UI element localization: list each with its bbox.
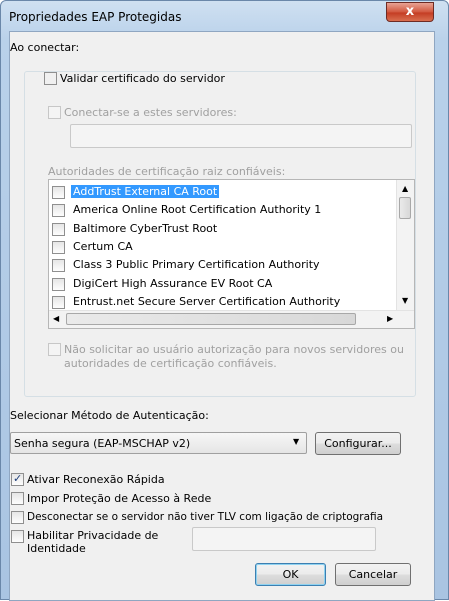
ca-item-label: DigiCert High Assurance EV Root CA xyxy=(73,276,273,290)
ca-item-checkbox[interactable] xyxy=(52,240,65,254)
ca-horizontal-scrollbar[interactable]: ◀ ▶ xyxy=(49,310,414,328)
ca-item-label: Class 3 Public Primary Certification Aut… xyxy=(73,258,320,272)
auth-method-select[interactable]: Senha segura (EAP-MSCHAP v2) ▼ xyxy=(10,432,307,454)
auth-method-value: Senha segura (EAP-MSCHAP v2) xyxy=(14,437,191,450)
connect-servers-label: Conectar-se a estes servidores: xyxy=(64,106,237,119)
close-button[interactable]: x xyxy=(386,2,434,22)
privacy-label-line1: Habilitar Privacidade de xyxy=(27,529,159,542)
no-prompt-label-line1: Não solicitar ao usuário autorização par… xyxy=(64,343,404,356)
fast-reconnect-checkbox[interactable] xyxy=(11,472,24,486)
ca-item-checkbox[interactable] xyxy=(52,222,65,236)
privacy-label-line2: Identidade xyxy=(27,542,86,555)
ca-item-label: Baltimore CyberTrust Root xyxy=(73,221,218,235)
scroll-down-icon[interactable]: ▼ xyxy=(402,296,408,305)
ok-button[interactable]: OK xyxy=(255,563,326,586)
ca-item-checkbox[interactable] xyxy=(52,204,65,218)
ca-item-label: Entrust.net Secure Server Certification … xyxy=(73,294,341,308)
horizontal-scroll-thumb[interactable] xyxy=(66,313,356,325)
fast-reconnect-label: Ativar Reconexão Rápida xyxy=(27,473,165,486)
ca-list-item[interactable]: Baltimore CyberTrust Root xyxy=(49,220,397,239)
scroll-left-icon[interactable]: ◀ xyxy=(53,314,59,323)
dialog-client-area: Ao conectar: Validar certificado do serv… xyxy=(9,31,435,601)
ca-item-label: Certum CA xyxy=(73,239,133,253)
ca-item-checkbox[interactable] xyxy=(52,295,65,309)
connect-servers-checkbox[interactable] xyxy=(48,106,61,119)
ca-item-checkbox[interactable] xyxy=(52,277,65,291)
ca-list-item[interactable]: Certum CA xyxy=(49,238,397,257)
ca-item-label: AddTrust External CA Root xyxy=(71,185,220,198)
validate-cert-checkbox[interactable] xyxy=(44,72,57,85)
ca-list-item[interactable]: Entrust.net Secure Server Certification … xyxy=(49,293,397,312)
close-icon: x xyxy=(405,4,415,19)
scroll-up-icon[interactable]: ▲ xyxy=(402,184,408,193)
disconnect-tlv-label: Desconectar se o servidor não tiver TLV … xyxy=(27,511,384,523)
vertical-scroll-thumb[interactable] xyxy=(399,197,411,219)
no-prompt-label-line2: autoridades de certificação confiáveis. xyxy=(64,357,277,370)
auth-method-heading: Selecionar Método de Autenticação: xyxy=(10,409,209,422)
privacy-identity-input[interactable] xyxy=(192,527,376,551)
window-title: Propriedades EAP Protegidas xyxy=(9,10,182,24)
ca-heading: Autoridades de certificação raiz confiáv… xyxy=(48,165,286,178)
cancel-button[interactable]: Cancelar xyxy=(335,563,411,586)
nap-checkbox[interactable] xyxy=(11,492,24,505)
ca-vertical-scrollbar[interactable]: ▲ ▼ xyxy=(396,180,414,311)
no-prompt-checkbox[interactable] xyxy=(48,343,61,356)
connect-heading: Ao conectar: xyxy=(10,41,80,54)
ca-list-item[interactable]: AddTrust External CA Root xyxy=(49,183,397,202)
scroll-right-icon[interactable]: ▶ xyxy=(387,314,393,323)
nap-label: Impor Proteção de Acesso à Rede xyxy=(27,492,212,505)
configure-button[interactable]: Configurar... xyxy=(315,432,401,455)
servers-input[interactable] xyxy=(70,124,412,148)
ca-list-item[interactable]: DigiCert High Assurance EV Root CA xyxy=(49,275,397,294)
ca-listbox[interactable]: AddTrust External CA Root America Online … xyxy=(48,179,415,329)
chevron-down-icon: ▼ xyxy=(293,437,300,446)
ca-item-checkbox[interactable] xyxy=(52,186,65,199)
validate-cert-label: Validar certificado do servidor xyxy=(60,72,228,85)
ca-item-label: America Online Root Certification Author… xyxy=(73,203,322,217)
disconnect-tlv-checkbox[interactable] xyxy=(11,511,24,524)
ca-list-item[interactable]: America Online Root Certification Author… xyxy=(49,201,397,220)
ca-item-checkbox[interactable] xyxy=(52,259,65,273)
dialog-window: Propriedades EAP Protegidas x Ao conecta… xyxy=(0,0,449,601)
title-bar[interactable]: Propriedades EAP Protegidas x xyxy=(1,1,448,31)
ca-list-item[interactable]: Class 3 Public Primary Certification Aut… xyxy=(49,256,397,275)
privacy-checkbox[interactable] xyxy=(11,530,24,543)
